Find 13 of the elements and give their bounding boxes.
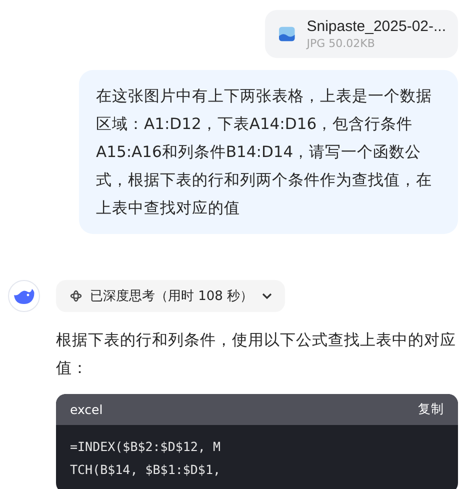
code-line: =INDEX($B$2:$D$12, M [70, 438, 222, 456]
answer-text: 根据下表的行和列条件，使用以下公式查找上表中的对应值： [56, 330, 457, 379]
user-message: 在这张图片中有上下两张表格，上表是一个数据区域：A1:D12，下表A14:D16，包含行条件A15:A16和列条件B14:D14，请写一个函数公式，根据下表的行和列两个条件作为查找值，在上表中查找对应的值 [79, 70, 458, 234]
whale-avatar-icon [8, 280, 40, 312]
thinking-toggle[interactable]: 已深度思考（用时 108 秒） [56, 280, 286, 312]
code-language: excel [70, 402, 103, 417]
file-meta: JPG 50.02KB [306, 37, 376, 50]
attachment-card[interactable]: Snipaste_2025-02-... JPG 50.02KB [265, 10, 458, 58]
copy-button[interactable]: 复制 [418, 401, 444, 418]
image-icon [279, 24, 295, 44]
file-name: Snipaste_2025-02-... [306, 18, 446, 35]
code-line: TCH(B$14, $B$1:$D$1, [70, 461, 222, 479]
atom-icon [70, 290, 82, 302]
